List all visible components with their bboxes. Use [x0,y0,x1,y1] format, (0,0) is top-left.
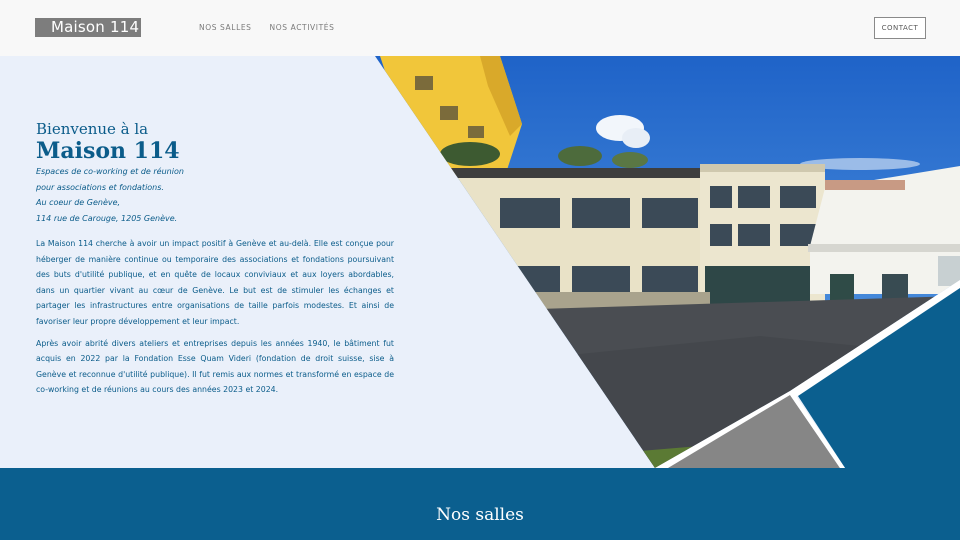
site-logo[interactable]: Maison 114 [35,18,141,37]
main-nav: NOS SALLES NOS ACTIVITÉS [199,23,334,32]
tagline-line: 114 rue de Carouge, 1205 Genève. [36,213,178,223]
nav-link-salles[interactable]: NOS SALLES [199,23,252,32]
tagline-line: Au coeur de Genève, [36,198,121,207]
contact-button[interactable]: CONTACT [874,17,926,39]
tagline-line: Espaces de co-working et de réunion [36,167,184,176]
tagline-line: pour associations et fondations. [36,182,164,192]
hero-tagline: Espaces de co-working et de réunion pour… [36,164,394,226]
nav-link-activites[interactable]: NOS ACTIVITÉS [270,23,335,32]
hero-section: Bienvenue à la Maison 114 Espaces de co-… [0,56,960,468]
intro-text: Bienvenue à la Maison 114 Espaces de co-… [36,120,394,398]
hero-title: Maison 114 [36,138,180,164]
hero-greeting: Bienvenue à la [36,120,149,138]
section-title: Nos salles [436,505,524,525]
salles-section [0,468,960,540]
site-header: Maison 114 NOS SALLES NOS ACTIVITÉS CONT… [0,0,960,56]
intro-paragraph: La Maison 114 cherche à avoir un impact … [36,239,394,326]
history-paragraph: Après avoir abrité divers ateliers et en… [36,338,394,395]
